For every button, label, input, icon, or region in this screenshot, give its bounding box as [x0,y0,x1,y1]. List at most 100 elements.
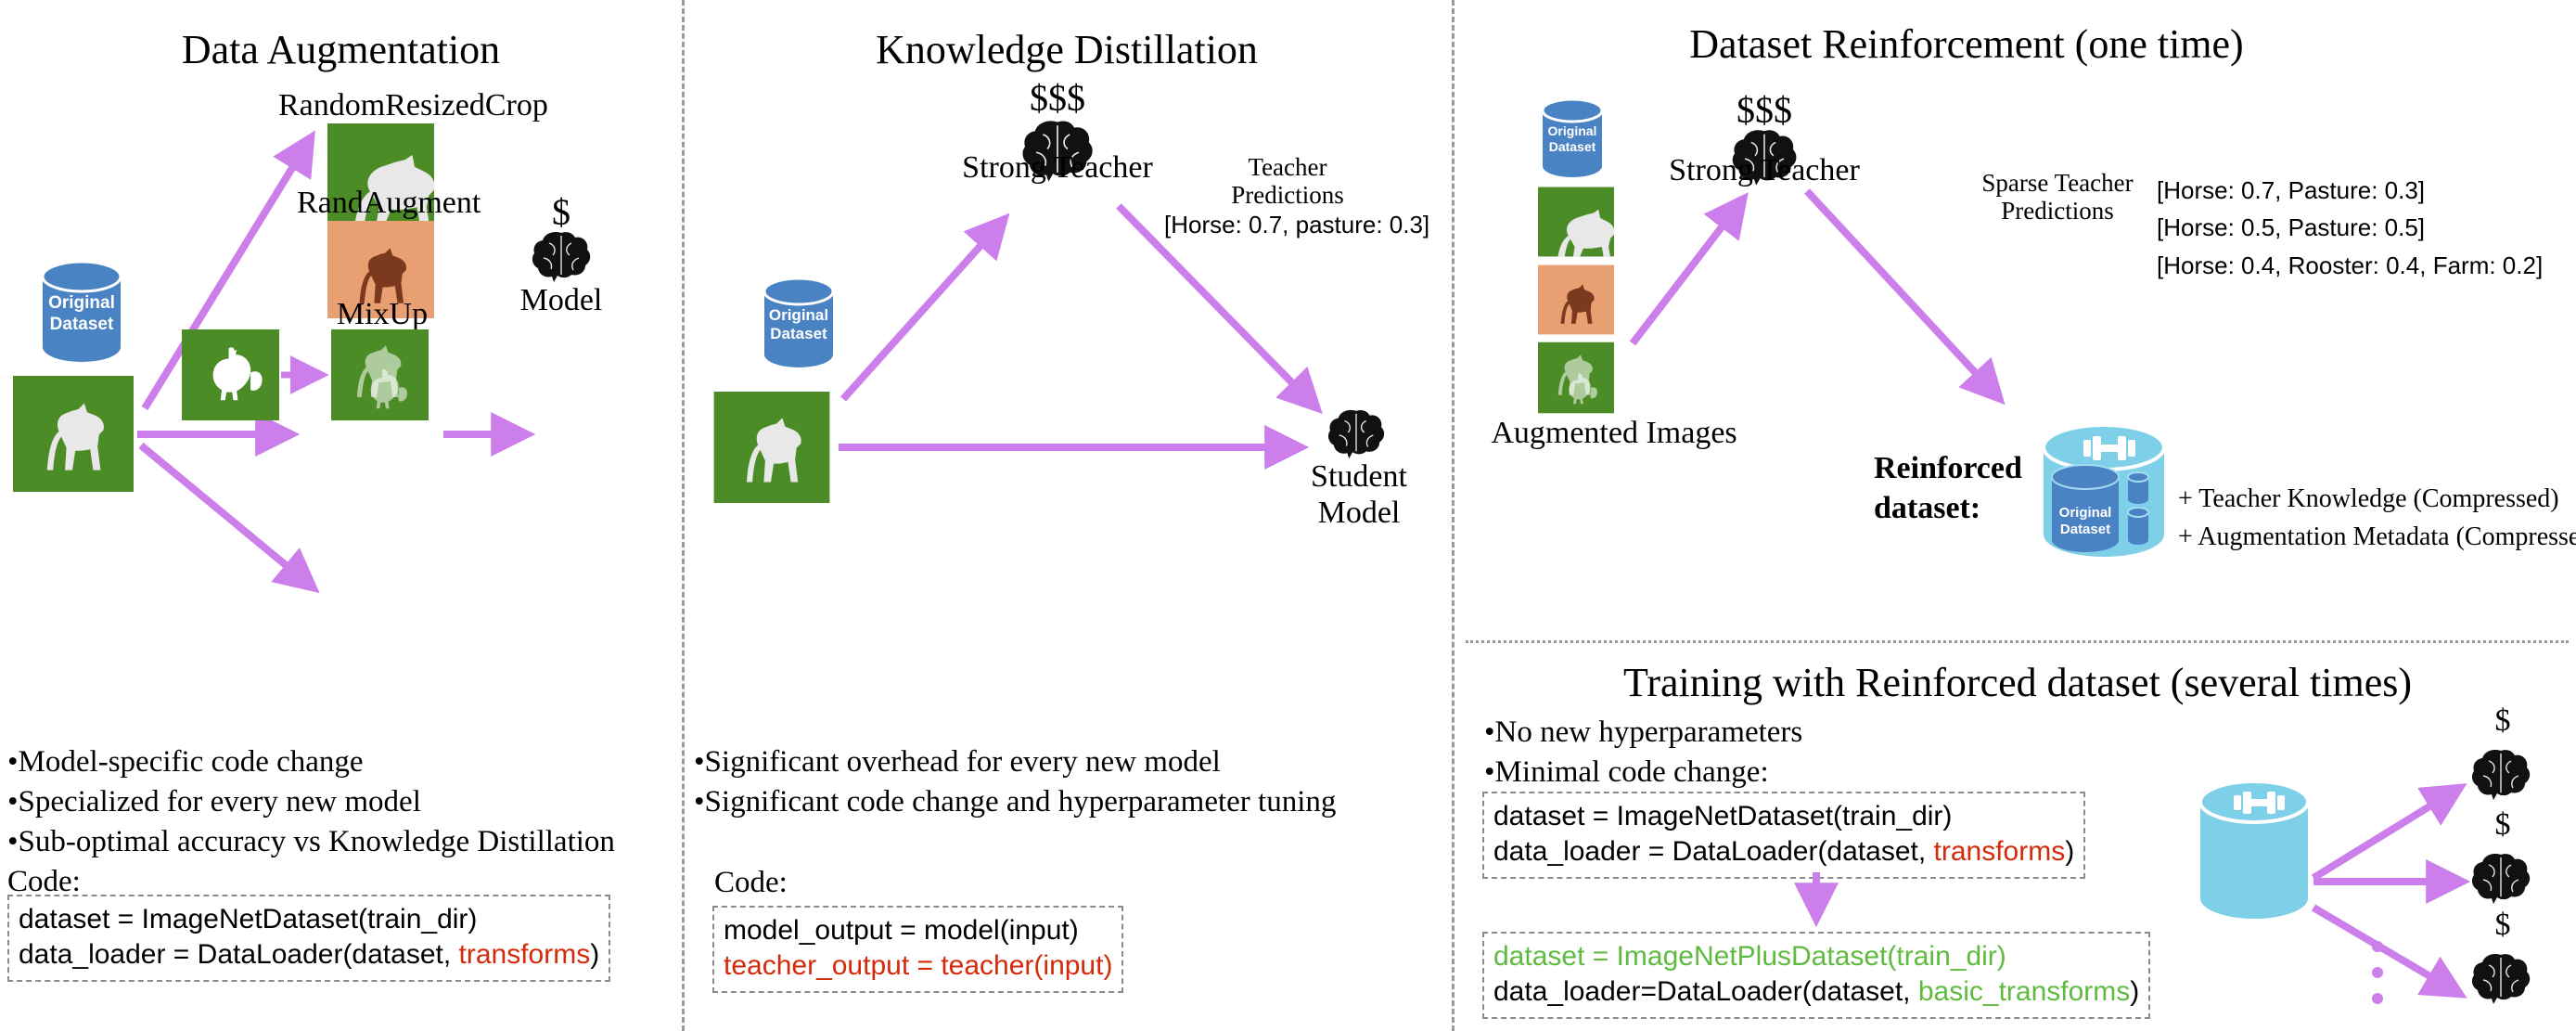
arrow-rooster-to-mixup [281,355,329,394]
bullet-item: •No new hyperparameters [1484,715,1803,749]
original-dataset-cylinder-da: Original Dataset [39,260,124,364]
arrow-cylinder-to-model-2 [2313,859,2471,904]
cyl-label-line1: Original [1547,123,1597,138]
sparse-teacher-predictions-label: Sparse Teacher Predictions [1974,169,2141,225]
bullets-knowledge-distillation: •Significant overhead for every new mode… [694,742,1436,822]
model-cost-da: $ [552,191,570,233]
code-caption-kd: Code: [714,866,788,899]
arrow-cylinder-to-model-3 [2311,904,2467,999]
brain-icon-model-da [531,230,592,284]
sparse-label-line1: Sparse Teacher [1981,169,2134,197]
code-text: data_loader = DataLoader(dataset, [1493,835,1934,867]
original-dataset-cylinder-kd-label: Original Dataset [761,306,837,344]
panel-title-data-augmentation: Data Augmentation [181,27,501,72]
bullet-item: •Specialized for every new model [7,784,421,818]
source-image-kd [712,392,831,503]
panel-title-training-reinforced: Training with Reinforced dataset (severa… [1622,660,2413,705]
augmented-image-2 [1538,264,1614,336]
code-highlight: transforms [458,938,591,970]
label-rand-augment: RandAugment [297,186,481,220]
bullet-item: •Model-specific code change [7,745,364,779]
addition-line: + Augmentation Metadata (Compressed) [2178,522,2576,551]
bullet-item: •Significant code change and hyperparame… [694,784,1337,818]
arrow-source-to-student-kd [839,425,1310,470]
code-line: dataset = ImageNetDataset(train_dir) [19,904,478,934]
brain-icon-model-3 [2470,952,2531,1006]
bullet-item: •Significant overhead for every new mode… [694,745,1221,779]
arrow-augmented-to-teacher-dr [1629,192,1749,346]
code-text: ) [2065,835,2075,867]
code-line: dataset = ImageNetPlusDataset(train_dir) [1493,941,2006,972]
label-model-da: Model [519,283,603,317]
arrow-source-to-teacher-kd [840,213,1010,402]
cyl-label-line2: Dataset [2059,522,2111,537]
code-text: ) [590,938,600,970]
reinforced-cylinder-label: Original Dataset [2052,505,2119,538]
augmented-image-1 [1538,186,1615,258]
teacher-predictions-label-kd: Teacher Predictions [1195,153,1380,209]
code-line: data_loader = DataLoader(dataset, transf… [19,937,599,973]
divider-right [1452,0,1455,1031]
original-dataset-cylinder-kd: Original Dataset [761,277,837,369]
reinforced-dataset-cylinder: Original Dataset [2039,423,2169,566]
label-mixup: MixUp [336,297,429,331]
code-line: dataset = ImageNetDataset(train_dir) [1493,801,1953,831]
image-mixup-result [331,329,429,420]
cyl-label-line1: Original [768,306,829,324]
code-highlight: transforms [1933,835,2066,867]
cyl-label-line2: Dataset [1548,138,1596,154]
student-label-line2: Model [1317,496,1401,531]
teacher-prediction-value-kd: [Horse: 0.7, pasture: 0.3] [1164,211,1430,238]
cyl-label-line2: Dataset [770,325,827,343]
code-block-after-training: dataset = ImageNetPlusDataset(train_dir)… [1482,932,2151,1019]
code-line: model_output = model(input) [724,915,1079,946]
divider-horizontal-right [1466,640,2569,643]
model-cost-1: $ [2494,703,2511,738]
ellipsis-dots [2370,937,2389,1012]
code-text: data_loader=DataLoader(dataset, [1493,975,1918,1007]
addition-line: + Teacher Knowledge (Compressed) [2178,484,2559,513]
label-random-resized-crop: RandomResizedCrop [278,88,548,122]
code-text: ) [2130,975,2140,1007]
bullet-item: •Sub-optimal accuracy vs Knowledge Disti… [7,824,615,858]
cyl-label-line1: Original [48,293,115,313]
panel-title-dataset-reinforcement: Dataset Reinforcement (one time) [1689,21,2244,67]
code-line: teacher_output = teacher(input) [724,949,1113,981]
code-block-knowledge-distillation: model_output = model(input) teacher_outp… [712,906,1124,993]
reinforced-additions-list: + Teacher Knowledge (Compressed) + Augme… [2178,481,2576,556]
original-dataset-cylinder-dr-label: Original Dataset [1540,123,1605,155]
arrow-source-to-mixup [138,442,320,594]
prediction-line: [Horse: 0.4, Rooster: 0.4, Farm: 0.2] [2157,251,2544,279]
panel-title-knowledge-distillation: Knowledge Distillation [876,27,1258,72]
code-block-data-augmentation: dataset = ImageNetDataset(train_dir) dat… [7,895,611,982]
label-augmented-images: Augmented Images [1491,416,1737,450]
label-student-model-kd: Student Model [1271,458,1447,532]
model-cost-3: $ [2494,908,2511,942]
label-strong-teacher-kd: Strong Teacher [962,150,1153,185]
sparse-label-line2: Predictions [2001,197,2114,226]
pred-label-line1: Teacher [1248,153,1327,181]
augmented-image-3 [1538,342,1614,414]
teacher-cost-kd: $$$ [1030,77,1085,119]
teacher-cost-dr: $$$ [1737,89,1792,131]
image-mixup-source-rooster [182,329,279,420]
brain-icon-model-2 [2470,852,2531,906]
prediction-line: [Horse: 0.5, Pasture: 0.5] [2157,213,2426,242]
prediction-line: [Horse: 0.7, Pasture: 0.3] [2157,176,2426,204]
cyl-label-line1: Original [2058,505,2112,521]
arrow-randaugment-to-model [443,412,536,457]
cyl-label-line2: Dataset [49,314,114,334]
code-block-before-training: dataset = ImageNetDataset(train_dir) dat… [1482,792,2086,879]
bullets-training-reinforced: •No new hyperparameters •Minimal code ch… [1484,713,2134,793]
code-highlight: basic_transforms [1917,975,2131,1007]
pred-label-line2: Predictions [1231,181,1344,210]
arrow-code-transition [1794,872,1839,928]
code-line: data_loader = DataLoader(dataset, transf… [1493,834,2074,870]
divider-left [682,0,685,1031]
original-dataset-cylinder-dr: Original Dataset [1540,97,1605,179]
sparse-predictions-list: [Horse: 0.7, Pasture: 0.3] [Horse: 0.5, … [2157,172,2543,284]
brain-icon-model-1 [2470,748,2531,802]
model-cost-2: $ [2494,807,2511,842]
source-image-da [13,376,134,492]
code-line: data_loader=DataLoader(dataset, basic_tr… [1493,974,2139,1010]
